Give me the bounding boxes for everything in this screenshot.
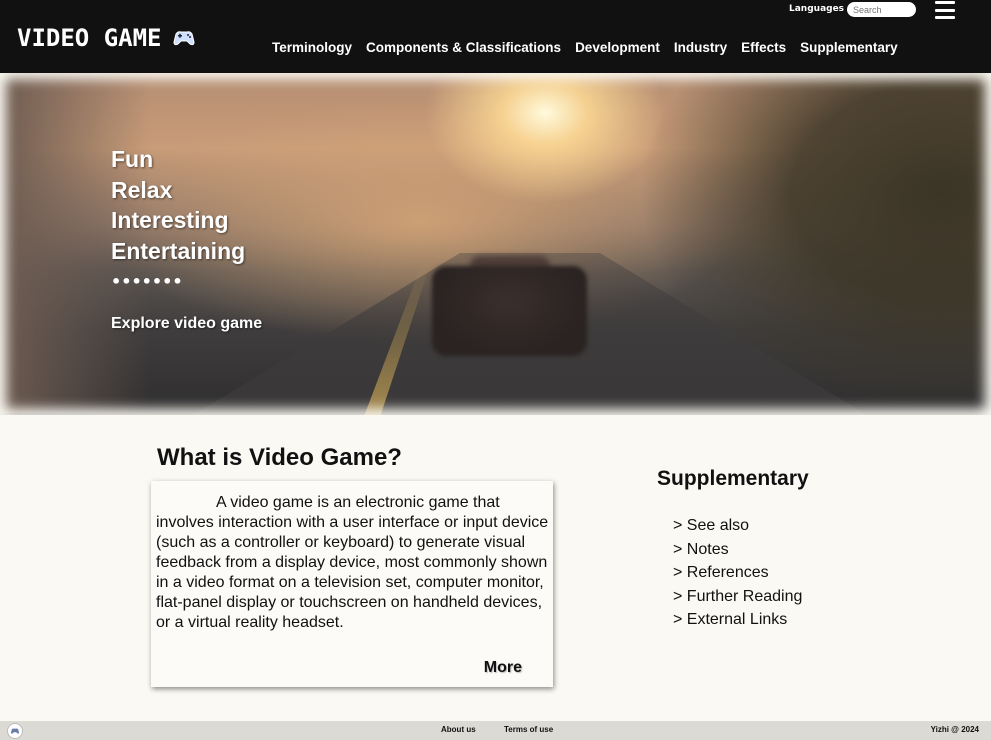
nav-item-terminology[interactable]: Terminology [272,40,352,55]
nav-item-components-classifications[interactable]: Components & Classifications [366,40,561,55]
search-input[interactable] [847,2,916,17]
list-item: > References [673,561,802,585]
site-logo[interactable]: VIDEO GAME [17,24,196,52]
what-description: A video game is an electronic game that … [156,494,549,631]
list-item: > Notes [673,538,802,562]
nav-item-development[interactable]: Development [575,40,660,55]
supp-link-further-reading[interactable]: > Further Reading [673,588,802,605]
hero-ellipsis: ••••••• [111,272,183,291]
hero-word: Relax [111,176,173,203]
terms-of-use-link[interactable]: Terms of use [504,725,553,734]
list-item: > See also [673,514,802,538]
languages-link[interactable]: Languages [789,4,844,14]
supp-link-notes[interactable]: > Notes [673,541,729,558]
supp-link-references[interactable]: > References [673,564,769,581]
hamburger-menu-icon[interactable] [935,1,955,19]
nav-item-effects[interactable]: Effects [741,40,786,55]
site-logo-icon[interactable] [7,723,23,739]
copyright-text: Yizhi @ 2024 [930,725,979,734]
list-item: > Further Reading [673,585,802,609]
site-footer: About us Terms of use Yizhi @ 2024 [0,721,991,740]
explore-link[interactable]: Explore video game [111,315,262,333]
logo-text: VIDEO GAME [17,24,162,52]
section-title-supplementary: Supplementary [657,467,809,490]
supplementary-list: > See also > Notes > References > Furthe… [673,514,802,632]
hero-word: Interesting [111,207,229,233]
supp-link-see-also[interactable]: > See also [673,517,749,534]
section-title-what: What is Video Game? [157,444,402,471]
about-us-link[interactable]: About us [441,725,476,734]
main-nav: Terminology Components & Classifications… [272,40,912,55]
hero-word: Fun [111,146,154,172]
supp-link-external-links[interactable]: > External Links [673,611,787,628]
nav-item-supplementary[interactable]: Supplementary [800,40,898,55]
gamepad-icon [172,31,195,46]
hero-words: Fun Relax Interesting Entertaining [111,144,245,266]
gamepad-icon [11,728,19,734]
site-header: VIDEO GAME Languages Terminology Compone… [0,0,991,73]
hero-word: Entertaining [111,237,246,264]
nav-item-industry[interactable]: Industry [674,40,727,55]
what-card: A video game is an electronic game that … [151,481,553,687]
more-link[interactable]: More [484,659,522,677]
list-item: > External Links [673,608,802,632]
